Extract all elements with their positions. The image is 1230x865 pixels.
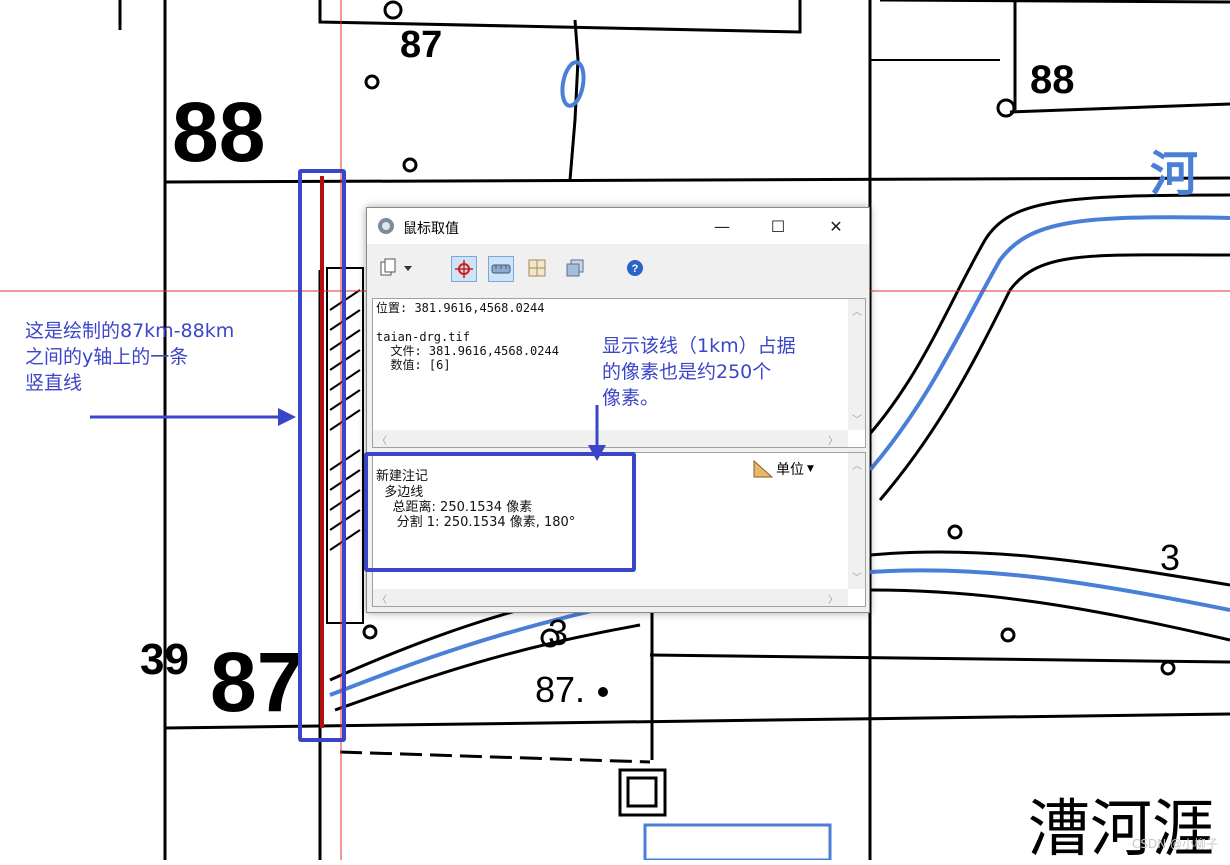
right-annotation: 显示该线（1km）占据 的像素也是约250个 像素。 xyxy=(602,333,796,411)
layers-icon xyxy=(566,259,584,277)
ruler-icon xyxy=(491,264,511,274)
measure-horizontal-scrollbar[interactable]: 〈 〉 xyxy=(373,589,848,606)
annotation-line: 竖直线 xyxy=(25,372,83,394)
svg-text:?: ? xyxy=(632,263,639,275)
scroll-right-icon[interactable]: 〉 xyxy=(828,432,838,447)
annotation-line: 这是绘制的87km-88km xyxy=(25,320,235,342)
layers-button[interactable] xyxy=(563,256,587,280)
unit-dropdown[interactable]: 单位 ▼ xyxy=(753,459,814,479)
close-button[interactable]: ✕ xyxy=(813,208,859,244)
grid-icon xyxy=(528,259,546,277)
help-button[interactable]: ? xyxy=(623,256,647,280)
grid-button[interactable] xyxy=(525,256,549,280)
map-label-88-left: 88 xyxy=(172,85,266,179)
measure-button[interactable] xyxy=(488,256,514,282)
info-vertical-scrollbar[interactable]: ︿ ﹀ xyxy=(848,299,865,430)
position-readout: 位置: 381.9616,4568.0244 xyxy=(376,301,545,315)
scroll-left-icon[interactable]: 〈 xyxy=(377,591,387,606)
map-label-88-right: 88 xyxy=(1030,58,1075,102)
scroll-down-icon[interactable]: ﹀ xyxy=(852,569,862,584)
copy-icon xyxy=(380,258,412,276)
map-spot-label-3: 3 xyxy=(1160,537,1181,578)
left-annotation: 这是绘制的87km-88km 之间的y轴上的一条 竖直线 xyxy=(25,318,234,396)
scroll-left-icon[interactable]: 〈 xyxy=(377,432,387,447)
crosshair-button[interactable] xyxy=(451,256,477,282)
scroll-down-icon[interactable]: ﹀ xyxy=(852,411,862,426)
file-coord-text: 文件: 381.9616,4568.0244 xyxy=(376,344,559,358)
watermark: CSDN @小柳子 xyxy=(1131,837,1218,851)
highlight-box-measure xyxy=(364,452,636,572)
unit-label: 单位 xyxy=(776,462,804,478)
copy-dropdown-button[interactable] xyxy=(377,256,417,280)
scroll-right-icon[interactable]: 〉 xyxy=(828,591,838,606)
scroll-up-icon[interactable]: ︿ xyxy=(852,303,862,318)
map-label-87-big: 87 xyxy=(210,635,304,729)
value-text: 数值: [6] xyxy=(376,358,451,372)
highlight-box-line xyxy=(298,169,346,742)
annotation-line: 的像素也是约250个 xyxy=(602,361,772,383)
map-label-87-top: 87 xyxy=(400,24,443,66)
triangle-ruler-icon xyxy=(753,460,773,478)
app-icon xyxy=(377,217,395,235)
annotation-line: 之间的y轴上的一条 xyxy=(25,346,189,368)
minimize-button[interactable]: — xyxy=(699,208,745,244)
dialog-titlebar[interactable]: 鼠标取值 — ☐ ✕ xyxy=(367,208,869,244)
map-spot-label: 87. xyxy=(535,669,586,710)
info-horizontal-scrollbar[interactable]: 〈 〉 xyxy=(373,430,848,447)
annotation-line: 像素。 xyxy=(602,387,660,409)
crosshair-icon xyxy=(455,260,473,278)
measure-vertical-scrollbar[interactable]: ︿ ﹀ xyxy=(848,453,865,589)
map-label-39-prefix: 39 xyxy=(140,635,189,684)
scroll-up-icon[interactable]: ︿ xyxy=(852,457,862,472)
help-icon: ? xyxy=(627,260,643,276)
map-river-label: 河 xyxy=(1150,146,1199,202)
chevron-down-icon: ▼ xyxy=(807,464,814,474)
annotation-arrow xyxy=(90,408,296,426)
annotation-line: 显示该线（1km）占据 xyxy=(602,335,796,357)
filename-text: taian-drg.tif xyxy=(376,330,470,344)
map-spot-label-3: 3 xyxy=(548,612,569,653)
maximize-button[interactable]: ☐ xyxy=(755,208,801,244)
dialog-title: 鼠标取值 xyxy=(403,221,459,237)
dialog-toolbar: ? xyxy=(367,244,869,298)
